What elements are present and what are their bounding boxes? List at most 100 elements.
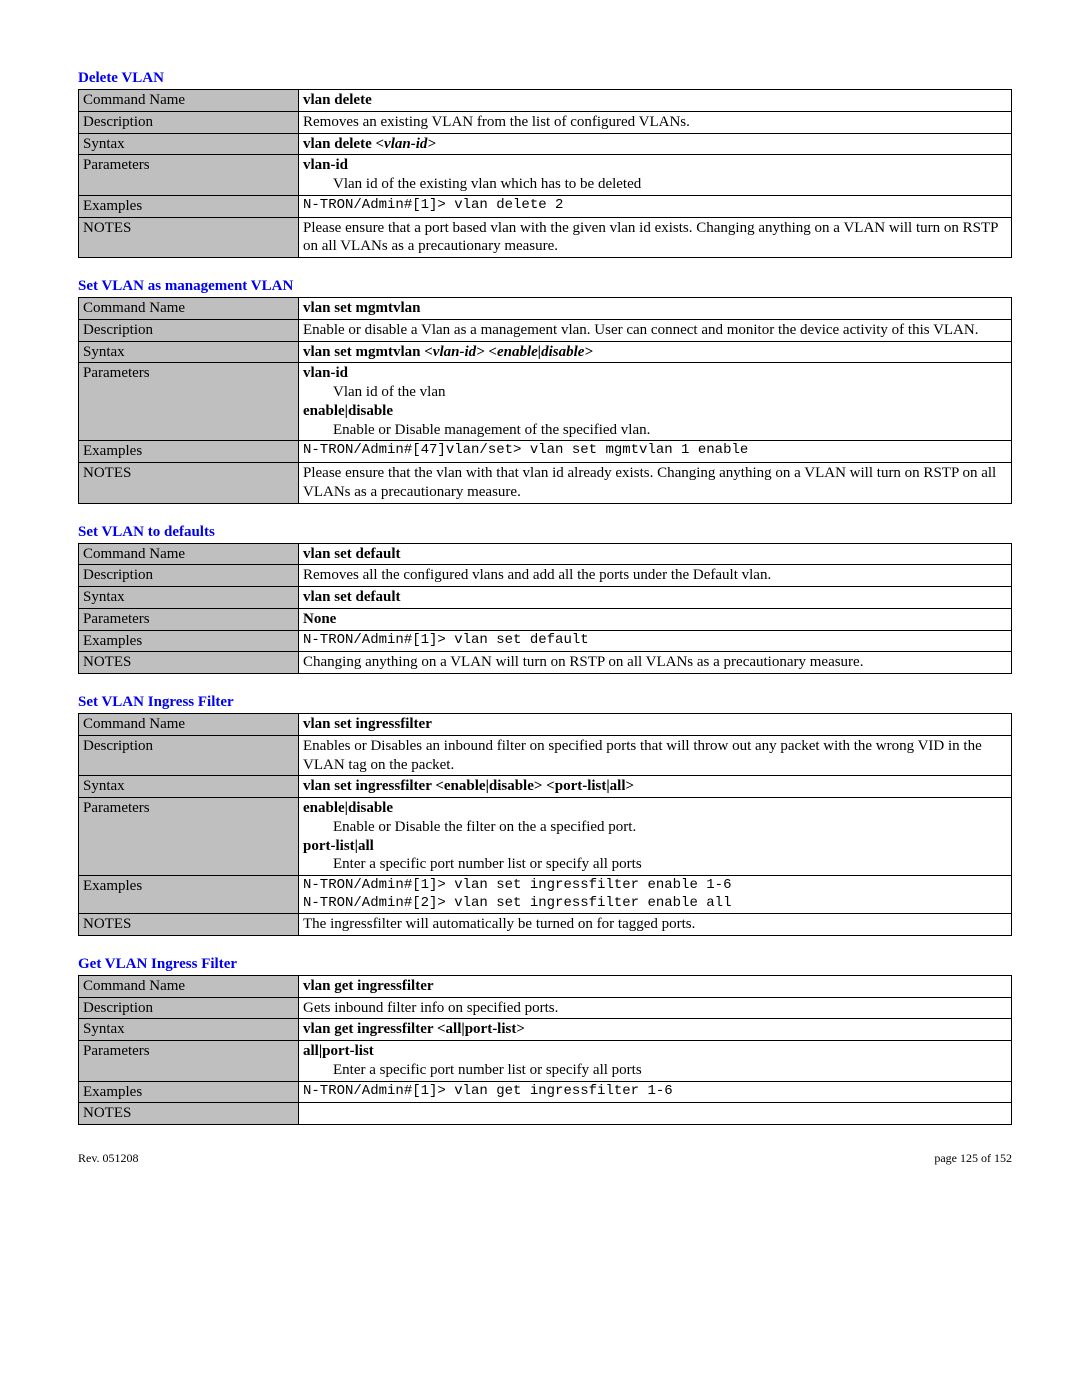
row-label: Syntax	[79, 341, 299, 363]
page-footer: Rev. 051208 page 125 of 152	[78, 1151, 1012, 1166]
section-title: Delete VLAN	[78, 70, 1012, 87]
param-name: None	[303, 611, 336, 627]
footer-revision: Rev. 051208	[78, 1151, 139, 1166]
syntax-bold: vlan get ingressfilter <all|port-list>	[303, 1021, 525, 1037]
footer-page-number: page 125 of 152	[934, 1151, 1012, 1166]
syntax-ital: <vlan-id> <enable|disable>	[424, 344, 593, 360]
row-value: Removes all the configured vlans and add…	[299, 565, 1012, 587]
section-set-ingress-filter: Set VLAN Ingress Filter Command Name vla…	[78, 694, 1012, 936]
row-label: NOTES	[79, 1103, 299, 1125]
table-row: Syntax vlan delete <vlan-id>	[79, 133, 1012, 155]
row-value: Changing anything on a VLAN will turn on…	[299, 652, 1012, 674]
row-label: Parameters	[79, 608, 299, 630]
syntax-bold: vlan set ingressfilter <enable|disable> …	[303, 778, 634, 794]
row-value: Enables or Disables an inbound filter on…	[299, 735, 1012, 776]
row-label: NOTES	[79, 914, 299, 936]
command-name: vlan set mgmtvlan	[303, 300, 421, 316]
row-value: vlan set ingressfilter <enable|disable> …	[299, 776, 1012, 798]
row-value: The ingressfilter will automatically be …	[299, 914, 1012, 936]
syntax-bold: vlan delete	[303, 136, 376, 152]
row-value	[299, 1103, 1012, 1125]
param-name: all|port-list	[303, 1043, 374, 1059]
row-value: vlan-id Vlan id of the existing vlan whi…	[299, 155, 1012, 196]
table-row: Examples N-TRON/Admin#[47]vlan/set> vlan…	[79, 441, 1012, 463]
row-value: enable|disable Enable or Disable the fil…	[299, 798, 1012, 876]
row-label: Syntax	[79, 587, 299, 609]
row-value: vlan-id Vlan id of the vlan enable|disab…	[299, 363, 1012, 441]
table-row: Syntax vlan get ingressfilter <all|port-…	[79, 1019, 1012, 1041]
row-label: Syntax	[79, 1019, 299, 1041]
table-row: Command Name vlan set ingressfilter	[79, 714, 1012, 736]
param-desc: Enable or Disable the filter on the a sp…	[333, 818, 636, 837]
row-label: Command Name	[79, 714, 299, 736]
example-line: N-TRON/Admin#[1]> vlan set ingressfilter…	[303, 877, 731, 893]
param-desc: Enter a specific port number list or spe…	[333, 1061, 642, 1080]
syntax-bold: vlan set mgmtvlan	[303, 344, 424, 360]
table-row: Syntax vlan set default	[79, 587, 1012, 609]
param-name: enable|disable	[303, 800, 393, 816]
row-label: Description	[79, 319, 299, 341]
table-row: Parameters vlan-id Vlan id of the vlan e…	[79, 363, 1012, 441]
command-table: Command Name vlan delete Description Rem…	[78, 89, 1012, 258]
row-value: vlan set mgmtvlan <vlan-id> <enable|disa…	[299, 341, 1012, 363]
row-value: Please ensure that a port based vlan wit…	[299, 217, 1012, 258]
row-value: N-TRON/Admin#[1]> vlan set ingressfilter…	[299, 876, 1012, 914]
row-label: Command Name	[79, 975, 299, 997]
row-value: vlan get ingressfilter <all|port-list>	[299, 1019, 1012, 1041]
row-value: None	[299, 608, 1012, 630]
row-value: Gets inbound filter info on specified po…	[299, 997, 1012, 1019]
table-row: NOTES	[79, 1103, 1012, 1125]
example-line: N-TRON/Admin#[2]> vlan set ingressfilter…	[303, 895, 731, 911]
row-label: Examples	[79, 876, 299, 914]
section-title: Set VLAN Ingress Filter	[78, 694, 1012, 711]
row-value: vlan get ingressfilter	[299, 975, 1012, 997]
row-label: Description	[79, 735, 299, 776]
row-label: Command Name	[79, 543, 299, 565]
row-label: Examples	[79, 1081, 299, 1103]
table-row: Examples N-TRON/Admin#[1]> vlan get ingr…	[79, 1081, 1012, 1103]
row-value: vlan set mgmtvlan	[299, 298, 1012, 320]
command-name: vlan get ingressfilter	[303, 978, 434, 994]
syntax-ital: <vlan-id>	[376, 136, 436, 152]
table-row: Examples N-TRON/Admin#[1]> vlan set defa…	[79, 630, 1012, 652]
param-name: vlan-id	[303, 157, 348, 173]
section-delete-vlan: Delete VLAN Command Name vlan delete Des…	[78, 70, 1012, 258]
table-row: Description Enables or Disables an inbou…	[79, 735, 1012, 776]
row-label: Parameters	[79, 798, 299, 876]
command-table: Command Name vlan set mgmtvlan Descripti…	[78, 297, 1012, 504]
param-name: enable|disable	[303, 403, 393, 419]
row-label: Description	[79, 997, 299, 1019]
param-desc: Vlan id of the vlan	[333, 383, 445, 402]
row-label: Command Name	[79, 298, 299, 320]
table-row: Syntax vlan set ingressfilter <enable|di…	[79, 776, 1012, 798]
row-value: all|port-list Enter a specific port numb…	[299, 1041, 1012, 1082]
row-label: Description	[79, 565, 299, 587]
table-row: Parameters enable|disable Enable or Disa…	[79, 798, 1012, 876]
param-desc: Enter a specific port number list or spe…	[333, 855, 642, 874]
table-row: Syntax vlan set mgmtvlan <vlan-id> <enab…	[79, 341, 1012, 363]
section-title: Set VLAN as management VLAN	[78, 278, 1012, 295]
row-value: N-TRON/Admin#[1]> vlan set default	[299, 630, 1012, 652]
table-row: NOTES Changing anything on a VLAN will t…	[79, 652, 1012, 674]
row-label: Parameters	[79, 1041, 299, 1082]
row-label: Examples	[79, 630, 299, 652]
param-name: vlan-id	[303, 365, 348, 381]
syntax-bold: vlan set default	[303, 589, 401, 605]
row-value: vlan delete	[299, 90, 1012, 112]
command-table: Command Name vlan get ingressfilter Desc…	[78, 975, 1012, 1125]
table-row: Examples N-TRON/Admin#[1]> vlan set ingr…	[79, 876, 1012, 914]
table-row: Description Enable or disable a Vlan as …	[79, 319, 1012, 341]
param-desc: Enable or Disable management of the spec…	[333, 421, 650, 440]
table-row: Description Removes all the configured v…	[79, 565, 1012, 587]
row-value: vlan set ingressfilter	[299, 714, 1012, 736]
row-label: NOTES	[79, 652, 299, 674]
row-label: Examples	[79, 195, 299, 217]
table-row: Command Name vlan get ingressfilter	[79, 975, 1012, 997]
row-value: Please ensure that the vlan with that vl…	[299, 463, 1012, 504]
table-row: Parameters None	[79, 608, 1012, 630]
table-row: NOTES The ingressfilter will automatical…	[79, 914, 1012, 936]
row-value: vlan delete <vlan-id>	[299, 133, 1012, 155]
row-label: NOTES	[79, 217, 299, 258]
table-row: NOTES Please ensure that a port based vl…	[79, 217, 1012, 258]
param-name: port-list|all	[303, 838, 374, 854]
